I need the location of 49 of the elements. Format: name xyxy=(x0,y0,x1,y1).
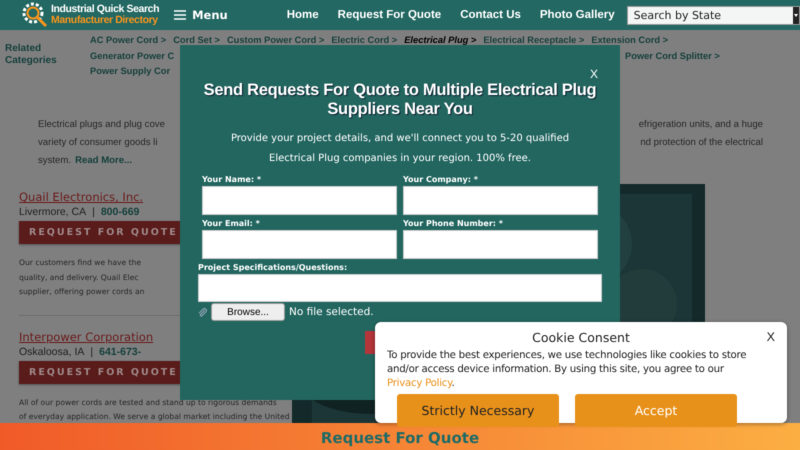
category-link[interactable]: Power Supply Cor xyxy=(90,66,170,82)
phone-link[interactable]: 641-673- xyxy=(99,346,142,358)
cookie-text: To provide the best experiences, we use technologies like cookies to store and/or access device information. By using this site, you agree to our Privacy Policy. xyxy=(387,349,748,391)
field-label: Your Email: * xyxy=(202,219,261,228)
nav-link[interactable]: Home xyxy=(286,9,319,21)
caret-icon xyxy=(794,14,798,16)
nav-link[interactable]: Photo Gallery xyxy=(540,9,615,21)
field-label: Your Company: * xyxy=(403,175,479,184)
nav-link[interactable]: Request For Quote xyxy=(338,9,442,21)
intro-text: system. xyxy=(38,154,72,168)
privacy-policy-link[interactable]: Privacy Policy xyxy=(387,378,452,389)
field-label: Project Specifications/Questions: xyxy=(198,263,348,272)
browse-button[interactable]: Browse... xyxy=(211,303,285,321)
state-select[interactable]: Search by State xyxy=(626,6,800,24)
accept-button[interactable]: Accept xyxy=(575,394,737,427)
related-categories-title: Related Categories xyxy=(5,43,58,68)
nav-link[interactable]: Contact Us xyxy=(460,9,521,21)
input-field[interactable] xyxy=(202,230,397,259)
input-field[interactable] xyxy=(403,230,598,259)
field-label: Your Phone Number: * xyxy=(403,219,504,228)
file-status: No file selected. xyxy=(289,306,374,318)
site-logo[interactable]: Industrial Quick Search Manufacturer Directory xyxy=(51,4,160,26)
category-link[interactable]: Generator Power C xyxy=(90,50,174,66)
close-button[interactable]: X xyxy=(766,330,775,344)
category-link[interactable]: AC Power Cord > xyxy=(90,35,166,50)
menu-icon xyxy=(174,10,186,20)
category-link[interactable]: Power Cord Splitter > xyxy=(625,50,720,66)
cookie-title: Cookie Consent xyxy=(532,330,630,345)
dialog-description: Provide your project details, and we'll connect you to 5-20 qualified Electrical Plug companies in your region. 100% free. xyxy=(230,132,570,166)
read-more-link[interactable]: Read More... xyxy=(75,152,132,170)
supplier-city: Oskaloosa, IA xyxy=(19,346,84,358)
menu-button[interactable]: Menu xyxy=(172,6,230,24)
separator: | xyxy=(92,206,95,218)
intro-text: Electrical plugs and plug cove xyxy=(38,118,165,132)
dialog-title: Send Requests For Quote to Multiple Electrical Plug Suppliers Near You xyxy=(202,81,598,119)
intro-text: variety of consumer goods li xyxy=(38,136,158,150)
strictly-necessary-button[interactable]: Strictly Necessary xyxy=(397,394,559,427)
paperclip-icon xyxy=(198,308,207,316)
input-field[interactable] xyxy=(202,186,397,215)
separator: | xyxy=(90,346,94,358)
close-button[interactable]: X xyxy=(586,67,602,81)
intro-text: nd protection of the electrical xyxy=(640,136,763,150)
supplier-city: Livermore, CA xyxy=(19,206,86,218)
input-field[interactable] xyxy=(403,186,598,215)
field-label: Your Name: * xyxy=(202,175,262,184)
phone-link[interactable]: 800-669 xyxy=(100,206,140,218)
category-link[interactable]: Extension Cord > xyxy=(591,35,668,50)
intro-text: efrigeration units, and a huge xyxy=(638,118,763,132)
specifications-field[interactable] xyxy=(198,274,602,302)
